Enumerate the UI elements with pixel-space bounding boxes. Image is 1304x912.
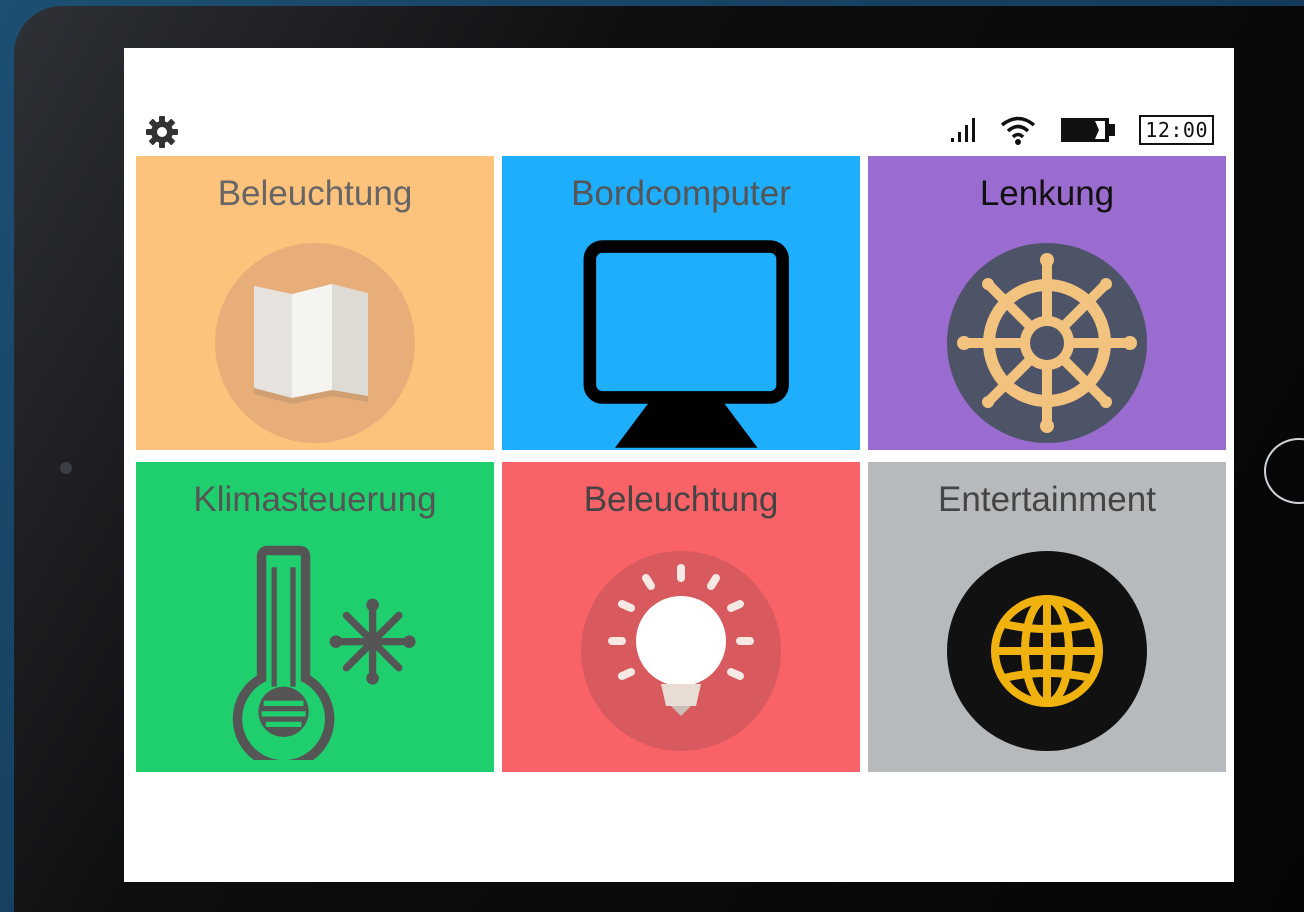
tile-grid: Beleuchtung Bordcomputer Lenkung Klimast… [134, 156, 1228, 774]
steering-wheel-icon [947, 243, 1147, 443]
wifi-icon [1001, 116, 1036, 145]
tile-label: Entertainment [938, 480, 1156, 519]
thermometer-snowflake-icon [232, 545, 416, 760]
battery-icon [1061, 118, 1116, 142]
monitor-icon [583, 240, 789, 448]
globe-icon [947, 551, 1147, 751]
tile-label: Beleuchtung [583, 480, 779, 519]
tablet-frame: 12:00 Beleuchtung Bordcomputer Lenkung K… [14, 6, 1304, 912]
light-bulb-icon [581, 551, 781, 751]
camera-icon [60, 462, 72, 474]
tile-entertainment[interactable]: Entertainment [868, 462, 1226, 772]
tile-label: Beleuchtung [217, 174, 413, 213]
map-icon [215, 243, 415, 443]
clock: 12:00 [1139, 115, 1214, 145]
tile-beleuchtung-light[interactable]: Beleuchtung [502, 462, 860, 772]
tile-label: Lenkung [979, 174, 1115, 213]
home-button[interactable] [1264, 438, 1304, 504]
status-bar: 12:00 [124, 106, 1234, 152]
tile-label: Bordcomputer [571, 174, 791, 213]
status-indicators: 12:00 [949, 112, 1214, 148]
gear-icon[interactable] [144, 114, 180, 150]
tile-beleuchtung-map[interactable]: Beleuchtung [136, 156, 494, 450]
tile-lenkung[interactable]: Lenkung [868, 156, 1226, 450]
tile-klimasteuerung[interactable]: Klimasteuerung [136, 462, 494, 772]
screen: 12:00 Beleuchtung Bordcomputer Lenkung K… [124, 48, 1234, 882]
signal-icon [951, 118, 976, 142]
tile-label: Klimasteuerung [193, 480, 437, 519]
tile-bordcomputer[interactable]: Bordcomputer [502, 156, 860, 450]
